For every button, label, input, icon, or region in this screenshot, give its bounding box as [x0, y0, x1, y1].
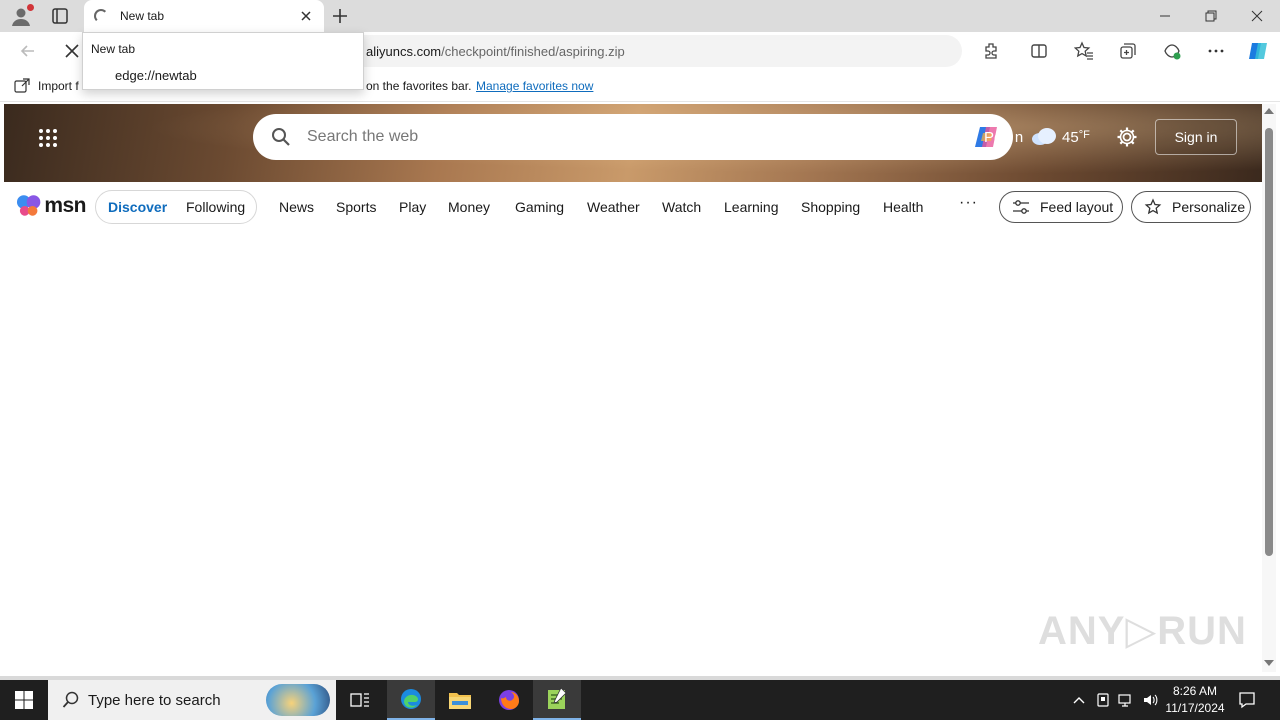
back-arrow-icon[interactable]	[18, 41, 38, 61]
system-clock[interactable]: 8:26 AM 11/17/2024	[1162, 683, 1228, 717]
nav-play[interactable]: Play	[399, 199, 426, 215]
chevron-up-icon[interactable]	[1071, 692, 1087, 708]
new-tab-icon[interactable]	[330, 6, 350, 26]
favorites-icon[interactable]	[1074, 41, 1094, 61]
tab-title: New tab	[120, 9, 165, 23]
personalize-label: Personalize	[1172, 199, 1246, 215]
nav-shopping[interactable]: Shopping	[801, 199, 860, 215]
volume-icon[interactable]	[1142, 692, 1158, 708]
search-highlight-image	[266, 684, 330, 716]
app-launcher-icon[interactable]	[38, 128, 58, 148]
restore-button[interactable]	[1188, 0, 1234, 32]
network-icon[interactable]	[1118, 692, 1134, 708]
nav-gaming[interactable]: Gaming	[515, 199, 564, 215]
windows-taskbar: Type here to search 8:26 AM 11/17/2024	[0, 680, 1280, 720]
edge-icon	[401, 689, 421, 709]
screen: New tab aliyuncs.com/checkpoint/finished…	[0, 0, 1280, 720]
device-icon[interactable]	[1095, 692, 1111, 708]
nav-health[interactable]: Health	[883, 199, 923, 215]
nav-weather[interactable]: Weather	[587, 199, 640, 215]
favorites-message: on the favorites bar.	[366, 79, 472, 93]
restore-icon	[1205, 10, 1217, 22]
anyrun-watermark: ANY▷RUN	[1038, 609, 1247, 653]
clock-time: 8:26 AM	[1172, 684, 1218, 698]
cloud-icon[interactable]	[1030, 126, 1058, 146]
temperature-value: 45	[1062, 129, 1079, 146]
browser-essentials-icon[interactable]	[1162, 41, 1182, 61]
page-scrollbar[interactable]	[1262, 104, 1276, 672]
msn-logo[interactable]: msn	[16, 192, 86, 220]
stop-loading-icon[interactable]	[62, 41, 82, 61]
feed-mode-toggle: Discover Following	[95, 190, 257, 224]
nav-sports[interactable]: Sports	[336, 199, 376, 215]
sliders-icon	[1013, 200, 1029, 214]
tab-strip: New tab	[0, 0, 1280, 32]
taskbar-notepadpp[interactable]	[533, 680, 581, 720]
msn-page: Pen n 45°F Sign in msn Discover	[4, 104, 1262, 676]
more-menu-icon[interactable]	[1206, 41, 1226, 61]
close-tab-icon[interactable]	[298, 8, 314, 24]
close-window-button[interactable]	[1234, 0, 1280, 32]
clock-date: 11/17/2024	[1165, 701, 1225, 715]
taskbar-firefox[interactable]	[485, 680, 533, 720]
scrollbar-thumb[interactable]	[1265, 128, 1273, 556]
scroll-down-arrow-icon[interactable]	[1264, 660, 1274, 666]
msn-nav-row: msn Discover Following News Sports Play …	[4, 182, 1262, 230]
notepad-icon	[548, 687, 567, 709]
tab-hover-card: New tab edge://newtab	[82, 32, 364, 90]
url-path: /checkpoint/finished/aspiring.zip	[441, 44, 625, 59]
firefox-icon	[499, 690, 519, 710]
task-view-icon	[350, 693, 369, 707]
nav-news[interactable]: News	[279, 199, 314, 215]
url-host: aliyuncs.com	[366, 44, 442, 59]
split-screen-icon[interactable]	[1029, 41, 1049, 61]
taskbar-search-text: Type here to search	[88, 692, 221, 709]
taskbar-edge[interactable]	[387, 680, 435, 720]
gear-icon[interactable]	[1116, 126, 1138, 148]
close-icon	[1251, 10, 1263, 22]
personalize-button[interactable]: Personalize	[1131, 191, 1251, 223]
star-sparkle-icon	[1144, 198, 1162, 215]
web-search-box[interactable]	[253, 114, 1013, 160]
windows-start-icon[interactable]	[14, 690, 34, 710]
import-favorites-label[interactable]: Import f	[38, 79, 79, 93]
msn-butterfly-icon	[16, 195, 41, 216]
active-tab[interactable]: New tab	[84, 0, 324, 32]
feed-layout-label: Feed layout	[1040, 199, 1114, 215]
extensions-icon[interactable]	[981, 41, 1001, 61]
search-icon	[272, 128, 290, 146]
tab-discover[interactable]: Discover	[108, 199, 167, 215]
tab-actions-icon[interactable]	[50, 6, 70, 26]
temperature-unit: °F	[1078, 129, 1090, 141]
search-icon	[62, 691, 79, 708]
copilot-icon[interactable]	[1246, 39, 1270, 63]
nav-learning[interactable]: Learning	[724, 199, 779, 215]
scroll-up-arrow-icon[interactable]	[1264, 108, 1274, 114]
tab-following[interactable]: Following	[186, 199, 245, 215]
folder-icon	[449, 693, 471, 709]
taskbar-search-box[interactable]: Type here to search	[48, 680, 336, 720]
search-input[interactable]	[307, 114, 947, 160]
feed-layout-button[interactable]: Feed layout	[999, 191, 1123, 223]
import-icon	[14, 78, 30, 93]
nav-watch[interactable]: Watch	[662, 199, 701, 215]
weather-temperature[interactable]: 45°F	[1062, 129, 1090, 146]
minimize-icon	[1160, 15, 1170, 17]
profile-alert-dot	[27, 4, 34, 11]
user-name: Pen n	[984, 129, 1024, 146]
hover-card-title: New tab	[91, 42, 136, 56]
taskbar-file-explorer[interactable]	[436, 680, 484, 720]
minimize-button[interactable]	[1142, 0, 1188, 32]
nav-more[interactable]: ···	[959, 194, 978, 212]
msn-logo-text: msn	[44, 194, 86, 217]
notification-icon[interactable]	[1238, 691, 1256, 709]
address-url[interactable]: aliyuncs.com/checkpoint/finished/aspirin…	[366, 44, 625, 59]
hover-card-url: edge://newtab	[115, 68, 197, 83]
collections-icon[interactable]	[1118, 41, 1138, 61]
sign-in-button[interactable]: Sign in	[1155, 119, 1237, 155]
task-view-button[interactable]	[336, 680, 384, 720]
manage-favorites-link[interactable]: Manage favorites now	[476, 79, 593, 93]
nav-money[interactable]: Money	[448, 199, 490, 215]
loading-spinner-icon	[94, 9, 108, 23]
